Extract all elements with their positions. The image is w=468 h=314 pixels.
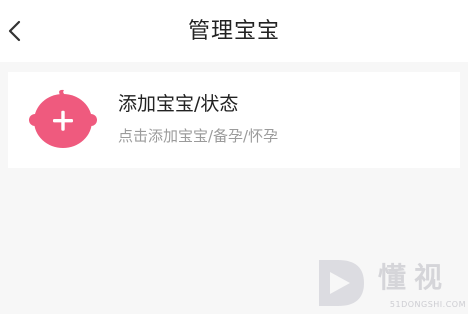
add-baby-subtitle: 点击添加宝宝/备孕/怀孕 — [118, 127, 279, 145]
add-baby-title: 添加宝宝/状态 — [118, 93, 239, 115]
add-baby-card[interactable]: 添加宝宝/状态 点击添加宝宝/备孕/怀孕 — [8, 72, 460, 168]
page-title: 管理宝宝 — [187, 19, 280, 44]
manage-baby-page: 管理宝宝 添加宝宝/状态 点击添加宝宝/备孕/怀孕 懂视 51DONGSHI.C… — [0, 0, 468, 314]
site-watermark: 懂视 51DONGSHI.COM — [316, 258, 466, 312]
watermark-text: 懂视 — [378, 261, 451, 294]
add-baby-avatar-icon — [29, 89, 97, 148]
watermark-domain: 51DONGSHI.COM — [389, 300, 466, 309]
navigation-bar: 管理宝宝 — [0, 0, 468, 62]
